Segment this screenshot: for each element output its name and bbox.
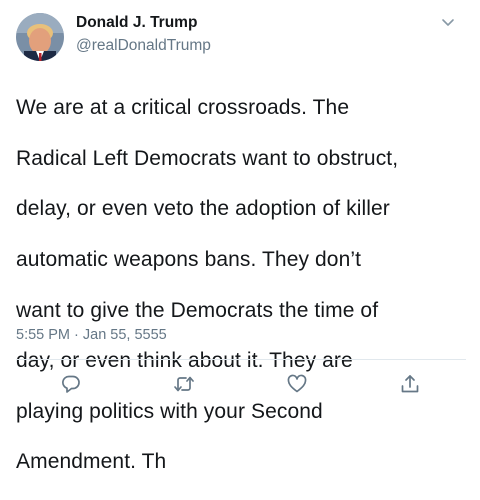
- tweet-text-line: day, or even think about it. They are: [16, 349, 353, 373]
- profile-photo-icon: [16, 13, 64, 61]
- avatar[interactable]: [16, 13, 64, 61]
- tweet-text-line: playing politics with your Second: [16, 399, 323, 423]
- timestamp[interactable]: 5:55 PM · Jan 55, 5555: [16, 327, 167, 343]
- tweet-text-line: Radical Left Democrats want to obstruct,: [16, 146, 399, 170]
- reply-icon[interactable]: [60, 373, 82, 395]
- tweet-text-line: want to give the Democrats the time of: [16, 298, 379, 322]
- chevron-down-icon[interactable]: [440, 14, 456, 30]
- retweet-icon[interactable]: [173, 373, 195, 395]
- user-handle[interactable]: @realDonaldTrump: [76, 37, 211, 55]
- like-icon[interactable]: [286, 373, 308, 395]
- tweet-text-line: delay, or even veto the adoption of kill…: [16, 197, 390, 221]
- share-icon[interactable]: [399, 373, 421, 395]
- tweet-text: We are at a critical crossroads. The Rad…: [16, 70, 468, 500]
- divider: [16, 359, 466, 360]
- tweet-text-line: We are at a critical crossroads. The: [16, 96, 350, 120]
- tweet-card: Donald J. Trump @realDonaldTrump We are …: [0, 0, 480, 473]
- tweet-text-line: Amendment. Th: [16, 450, 167, 474]
- display-name[interactable]: Donald J. Trump: [76, 14, 197, 32]
- tweet-text-line: automatic weapons bans. They don’t: [16, 248, 362, 272]
